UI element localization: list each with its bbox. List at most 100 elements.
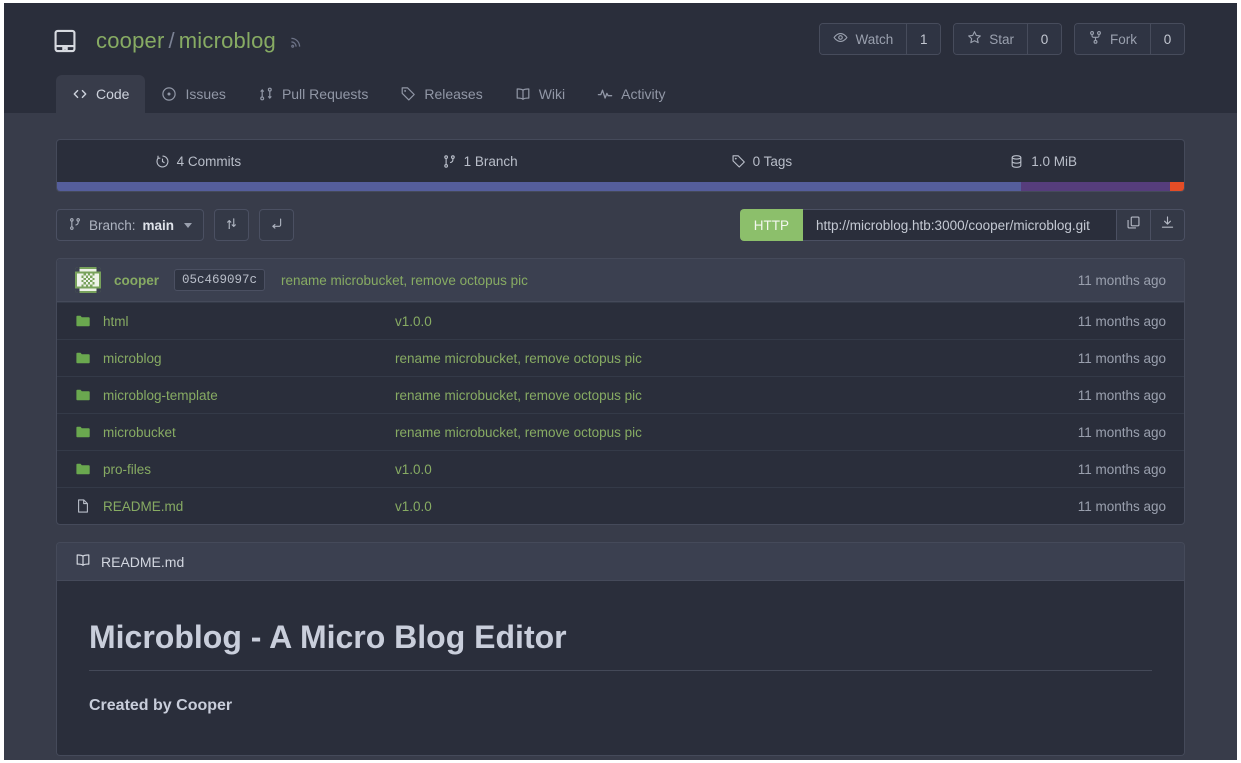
readme-content: Microblog - A Micro Blog Editor Created …	[57, 581, 1184, 755]
tab-activity-label: Activity	[621, 86, 666, 102]
stat-size-label: 1.0 MiB	[1031, 153, 1078, 169]
repo-icon	[52, 28, 78, 54]
repo-breadcrumb: cooper / microblog	[96, 28, 276, 54]
clock-icon	[155, 154, 170, 169]
file-age: 11 months ago	[1077, 461, 1166, 477]
table-row[interactable]: pro-files v1.0.0 11 months ago	[57, 450, 1184, 487]
readme-title: README.md	[101, 553, 185, 570]
watch-label: Watch	[855, 31, 894, 47]
file-commit-message[interactable]: rename microbucket, remove octopus pic	[395, 425, 1078, 440]
breadcrumb-separator: /	[168, 28, 175, 53]
tab-wiki-label: Wiki	[538, 86, 566, 102]
database-icon	[1009, 154, 1024, 169]
repo-owner-link[interactable]: cooper	[96, 28, 164, 53]
pull-request-icon	[258, 86, 274, 102]
table-row[interactable]: microblog rename microbucket, remove oct…	[57, 339, 1184, 376]
compare-button[interactable]	[214, 209, 250, 241]
download-icon	[1160, 215, 1175, 235]
commit-message-link[interactable]: rename microbucket, remove octopus pic	[281, 273, 528, 288]
commit-sha-link[interactable]: 05c469097c	[174, 269, 266, 291]
file-age: 11 months ago	[1077, 424, 1166, 440]
book-icon	[515, 86, 531, 102]
stat-tags[interactable]: 0 Tags	[621, 140, 903, 182]
folder-icon	[75, 387, 92, 403]
stat-branches-label: 1 Branch	[463, 153, 518, 169]
repo-nav-tabs: Code Issues Pull Requests Releases Wiki …	[56, 75, 681, 113]
chevron-down-icon	[184, 222, 193, 228]
tab-activity[interactable]: Activity	[581, 75, 681, 113]
watch-group: Watch 1	[819, 23, 942, 55]
language-bar	[57, 182, 1184, 191]
branch-icon	[442, 154, 457, 169]
repo-stats-row: 4 Commits 1 Branch 0 Tags 1.0 MiB	[57, 140, 1184, 182]
watch-count[interactable]: 1	[906, 24, 941, 54]
repo-stats-panel: 4 Commits 1 Branch 0 Tags 1.0 MiB	[56, 139, 1185, 192]
book-icon	[75, 552, 91, 571]
folder-icon	[75, 350, 92, 366]
tab-issues[interactable]: Issues	[145, 75, 241, 113]
copy-icon	[1126, 215, 1141, 235]
stat-tags-label: 0 Tags	[752, 153, 793, 169]
clone-protocol-button[interactable]: HTTP	[739, 209, 803, 241]
cooper-avatar[interactable]	[75, 267, 101, 293]
clone-url-group: HTTP http://microblog.htb:3000/cooper/mi…	[739, 209, 1185, 241]
stat-branches[interactable]: 1 Branch	[339, 140, 621, 182]
file-name-link[interactable]: README.md	[103, 499, 395, 514]
readme-header: README.md	[57, 543, 1184, 581]
file-commit-message[interactable]: rename microbucket, remove octopus pic	[395, 351, 1078, 366]
file-name-link[interactable]: html	[103, 314, 395, 329]
file-icon	[75, 498, 92, 514]
file-name-link[interactable]: pro-files	[103, 462, 395, 477]
branch-name-label: main	[142, 217, 175, 233]
table-row[interactable]: html v1.0.0 11 months ago	[57, 302, 1184, 339]
file-name-link[interactable]: microblog-template	[103, 388, 395, 403]
repo-name-link[interactable]: microblog	[179, 28, 276, 53]
new-pull-request-icon	[269, 216, 284, 234]
tab-releases[interactable]: Releases	[384, 75, 498, 113]
tag-icon	[400, 86, 416, 102]
readme-heading: Microblog - A Micro Blog Editor	[89, 619, 1152, 671]
browser-viewport: cooper / microblog Watch 1 Star 0 Fork 0…	[4, 3, 1237, 760]
table-row[interactable]: README.md v1.0.0 11 months ago	[57, 487, 1184, 524]
repo-actions: Watch 1 Star 0 Fork 0	[819, 23, 1185, 55]
file-commit-message[interactable]: v1.0.0	[395, 499, 1078, 514]
clone-url-input[interactable]: http://microblog.htb:3000/cooper/microbl…	[803, 209, 1117, 241]
file-age: 11 months ago	[1077, 387, 1166, 403]
tag-icon	[731, 154, 746, 169]
star-icon	[967, 30, 982, 48]
tab-pull-requests[interactable]: Pull Requests	[242, 75, 384, 113]
new-pull-request-button[interactable]	[259, 209, 295, 241]
commit-author-link[interactable]: cooper	[114, 273, 159, 288]
fork-button[interactable]: Fork	[1075, 24, 1150, 54]
file-name-link[interactable]: microblog	[103, 351, 395, 366]
file-commit-message[interactable]: rename microbucket, remove octopus pic	[395, 388, 1078, 403]
rss-icon[interactable]	[288, 33, 305, 50]
tab-wiki[interactable]: Wiki	[499, 75, 581, 113]
tab-issues-label: Issues	[185, 86, 226, 102]
commit-age: 11 months ago	[1077, 272, 1166, 288]
watch-button[interactable]: Watch	[820, 24, 907, 54]
stat-size: 1.0 MiB	[902, 140, 1184, 182]
repo-header: cooper / microblog Watch 1 Star 0 Fork 0…	[4, 3, 1237, 113]
branch-selector[interactable]: Branch: main	[56, 209, 205, 241]
repo-main: 4 Commits 1 Branch 0 Tags 1.0 MiB Branch…	[4, 113, 1237, 756]
file-age: 11 months ago	[1077, 498, 1166, 514]
download-button[interactable]	[1151, 209, 1185, 241]
latest-commit-header: cooper 05c469097c rename microbucket, re…	[57, 259, 1184, 302]
table-row[interactable]: microbucket rename microbucket, remove o…	[57, 413, 1184, 450]
star-button[interactable]: Star	[954, 24, 1027, 54]
language-segment-orange	[1170, 182, 1184, 191]
fork-count[interactable]: 0	[1150, 24, 1184, 54]
compare-icon	[224, 216, 239, 234]
file-listing: cooper 05c469097c rename microbucket, re…	[56, 258, 1185, 525]
star-count[interactable]: 0	[1027, 24, 1061, 54]
table-row[interactable]: microblog-template rename microbucket, r…	[57, 376, 1184, 413]
tab-code[interactable]: Code	[56, 75, 146, 113]
copy-button[interactable]	[1117, 209, 1151, 241]
branch-prefix-label: Branch:	[89, 217, 136, 233]
file-name-link[interactable]: microbucket	[103, 425, 395, 440]
file-commit-message[interactable]: v1.0.0	[395, 314, 1078, 329]
stat-commits[interactable]: 4 Commits	[57, 140, 339, 182]
eye-icon	[833, 30, 849, 48]
file-commit-message[interactable]: v1.0.0	[395, 462, 1078, 477]
